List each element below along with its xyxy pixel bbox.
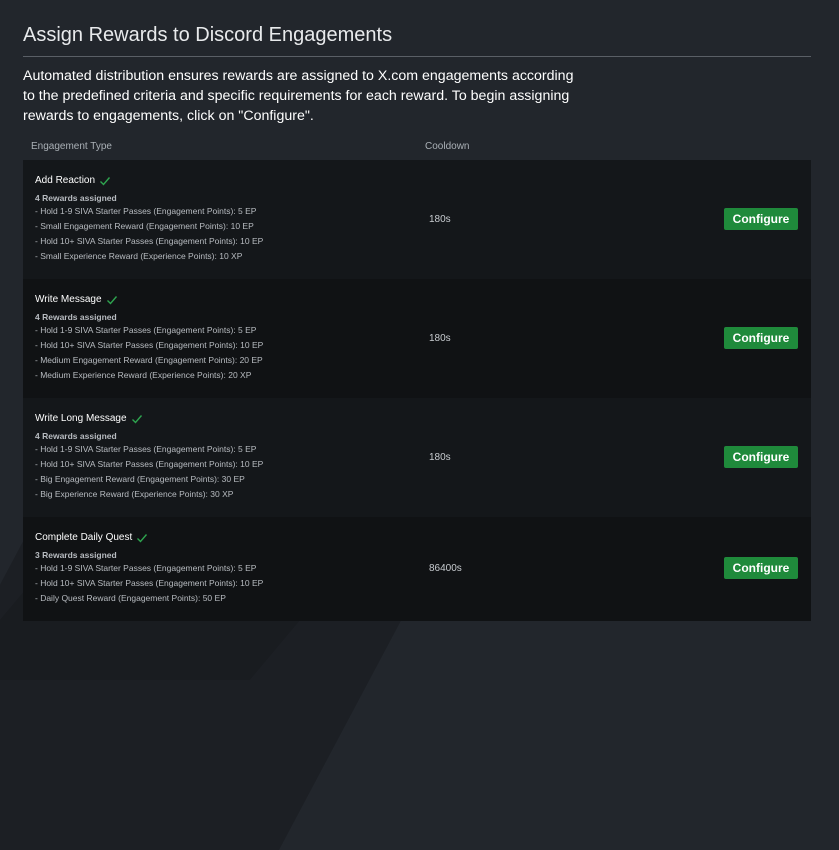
checkmark-icon	[137, 534, 148, 543]
engagement-name: Write Message	[35, 293, 811, 307]
page-description: Automated distribution ensures rewards a…	[23, 68, 574, 124]
reward-item: - Hold 1-9 SIVA Starter Passes (Engageme…	[35, 325, 257, 335]
checkmark-icon	[131, 415, 142, 424]
reward-item: - Hold 10+ SIVA Starter Passes (Engageme…	[35, 236, 264, 246]
engagement-name: Add Reaction	[35, 174, 811, 188]
reward-item: - Small Engagement Reward (Engagement Po…	[35, 221, 254, 231]
reward-item: - Hold 1-9 SIVA Starter Passes (Engageme…	[35, 563, 257, 573]
page-title: Assign Rewards to Discord Engagements	[23, 22, 811, 57]
engagement-row: Write Long Message 4 Rewards assigned - Ho…	[23, 398, 811, 517]
reward-item: - Hold 10+ SIVA Starter Passes (Engageme…	[35, 459, 264, 469]
reward-item: - Hold 10+ SIVA Starter Passes (Engageme…	[35, 578, 264, 588]
engagement-row: Complete Daily Quest 3 Rewards assigned - …	[23, 517, 811, 621]
engagement-row: Write Message 4 Rewards assigned - Hold 1-…	[23, 279, 811, 398]
configure-button[interactable]: Configure	[724, 327, 798, 349]
cooldown-value: 86400s	[429, 563, 462, 574]
reward-item: - Big Engagement Reward (Engagement Poin…	[35, 474, 245, 484]
reward-item: - Medium Engagement Reward (Engagement P…	[35, 355, 263, 365]
reward-item: - Medium Experience Reward (Experience P…	[35, 370, 252, 380]
rewards-count: 4 Rewards assigned	[35, 431, 117, 441]
cooldown-value: 180s	[429, 452, 451, 463]
cooldown-value: 180s	[429, 333, 451, 344]
cooldown-value: 180s	[429, 214, 451, 225]
reward-item: - Hold 10+ SIVA Starter Passes (Engageme…	[35, 340, 264, 350]
engagement-name: Write Long Message	[35, 412, 811, 426]
reward-item: - Big Experience Reward (Experience Poin…	[35, 489, 234, 499]
reward-item: - Hold 1-9 SIVA Starter Passes (Engageme…	[35, 444, 257, 454]
rewards-count: 4 Rewards assigned	[35, 312, 117, 322]
rewards-count: 3 Rewards assigned	[35, 550, 117, 560]
column-header-engagement-type: Engagement Type	[31, 141, 112, 152]
checkmark-icon	[106, 296, 117, 305]
engagement-name-label: Write Long Message	[35, 413, 127, 424]
reward-item: - Daily Quest Reward (Engagement Points)…	[35, 593, 226, 603]
engagement-name-label: Complete Daily Quest	[35, 532, 133, 543]
table-header: Engagement Type Cooldown	[23, 126, 811, 160]
engagement-table-body: Add Reaction 4 Rewards assigned - Hold 1-9…	[23, 160, 811, 621]
column-header-cooldown: Cooldown	[425, 141, 470, 152]
rewards-count: 4 Rewards assigned	[35, 193, 117, 203]
configure-button[interactable]: Configure	[724, 557, 798, 579]
reward-item: - Hold 1-9 SIVA Starter Passes (Engageme…	[35, 206, 257, 216]
engagement-row: Add Reaction 4 Rewards assigned - Hold 1-9…	[23, 160, 811, 279]
engagement-name-label: Add Reaction	[35, 175, 96, 186]
configure-button[interactable]: Configure	[724, 208, 798, 230]
rewards-panel: Assign Rewards to Discord Engagements Au…	[23, 0, 811, 621]
checkmark-icon	[100, 177, 111, 186]
engagement-name: Complete Daily Quest	[35, 531, 811, 545]
configure-button[interactable]: Configure	[724, 446, 798, 468]
engagement-name-label: Write Message	[35, 294, 102, 305]
reward-item: - Small Experience Reward (Experience Po…	[35, 251, 243, 261]
